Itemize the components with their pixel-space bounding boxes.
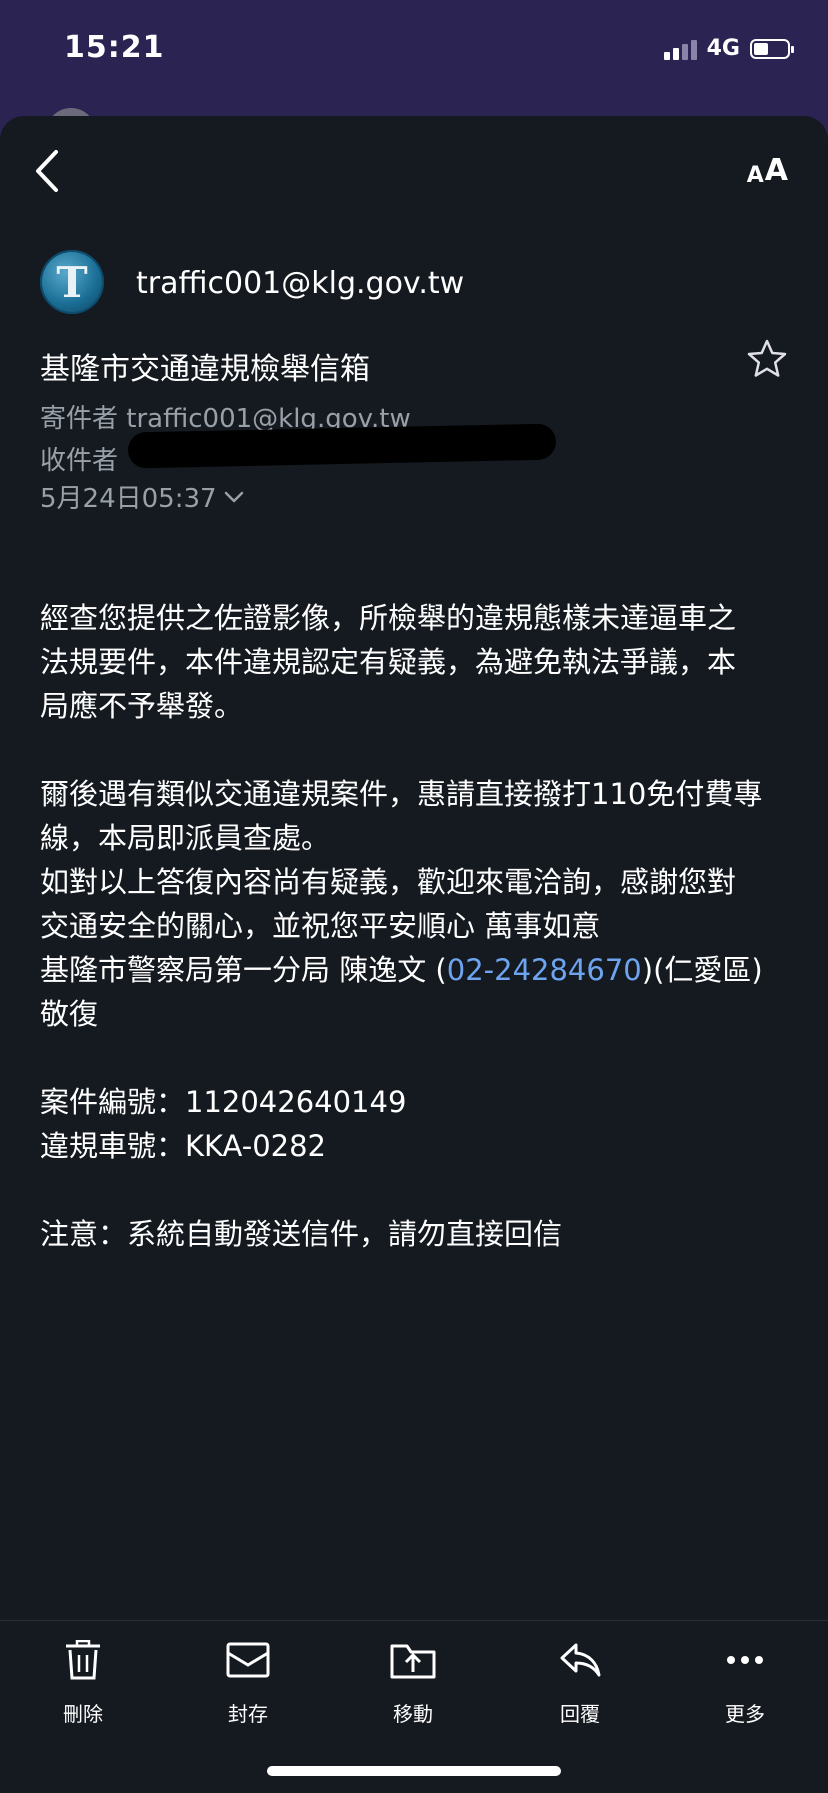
body-line: 交通安全的關心，並祝您平安順心 萬事如意 (40, 909, 601, 943)
archive-icon (226, 1642, 270, 1678)
delete-label: 刪除 (63, 1702, 103, 1726)
reply-label: 回覆 (560, 1702, 600, 1726)
body-line: 爾後遇有類似交通違規案件，惠請直接撥打110免付費專 (40, 777, 763, 811)
star-button[interactable] (746, 338, 788, 380)
trash-icon (66, 1640, 100, 1680)
sender-avatar[interactable]: T (40, 250, 104, 314)
body-line: 法規要件，本件違規認定有疑義，為避免執法爭議，本 (40, 645, 737, 679)
notice-line: 注意：系統自動發送信件，請勿直接回信 (40, 1217, 563, 1251)
chevron-down-icon (224, 491, 243, 502)
sender-email[interactable]: traffic001@klg.gov.tw (136, 266, 464, 301)
text-size-button[interactable]: AA (747, 152, 788, 188)
body-line: 局應不予舉發。 (40, 689, 244, 723)
folder-move-icon (390, 1644, 436, 1679)
to-line: 收件者 (40, 440, 118, 477)
body-line: 經查您提供之佐證影像，所檢舉的違規態樣未達逼車之 (40, 601, 737, 635)
archive-button[interactable]: 封存 (193, 1640, 303, 1727)
back-button[interactable] (30, 146, 70, 196)
from-label: 寄件者 (40, 404, 119, 434)
reply-icon (560, 1643, 601, 1677)
text-size-icon: A (746, 163, 764, 188)
status-bar: 15:21 4G (0, 0, 828, 100)
status-time: 15:21 (64, 30, 165, 65)
date-line[interactable]: 5月24日05:37 (40, 478, 245, 515)
plate-number: 違規車號：KKA-0282 (40, 1129, 326, 1163)
archive-label: 封存 (228, 1702, 268, 1726)
body-line: 如對以上答復內容尚有疑義，歡迎來電洽詢，感謝您對 (40, 865, 737, 899)
network-label: 4G (706, 36, 740, 61)
delete-button[interactable]: 刪除 (28, 1640, 138, 1727)
phone-link[interactable]: 02-24284670 (447, 953, 642, 987)
battery-icon (750, 38, 794, 59)
to-label: 收件者 (40, 446, 119, 476)
more-label: 更多 (725, 1702, 765, 1726)
move-label: 移動 (393, 1702, 433, 1726)
email-subject: 基隆市交通違規檢舉信箱 (40, 352, 370, 387)
star-icon (747, 339, 787, 377)
more-icon (727, 1656, 763, 1664)
more-button[interactable]: 更多 (690, 1640, 800, 1727)
email-date: 5月24日05:37 (40, 484, 217, 514)
body-line: 敬復 (40, 997, 99, 1031)
reply-button[interactable]: 回覆 (525, 1640, 635, 1727)
move-button[interactable]: 移動 (358, 1640, 468, 1727)
home-indicator[interactable] (267, 1766, 561, 1776)
email-body: 經查您提供之佐證影像，所檢舉的違規態樣未達逼車之 法規要件，本件違規認定有疑義，… (40, 596, 790, 1256)
case-number: 案件編號：112042640149 (40, 1085, 407, 1119)
signal-icon (663, 38, 697, 60)
body-line: 線，本局即派員查處。 (40, 821, 331, 855)
status-indicators: 4G (663, 36, 794, 61)
chevron-left-icon (36, 150, 58, 192)
signature-line: 基隆市警察局第一分局 陳逸文 (02-24284670)(仁愛區) (40, 953, 763, 987)
